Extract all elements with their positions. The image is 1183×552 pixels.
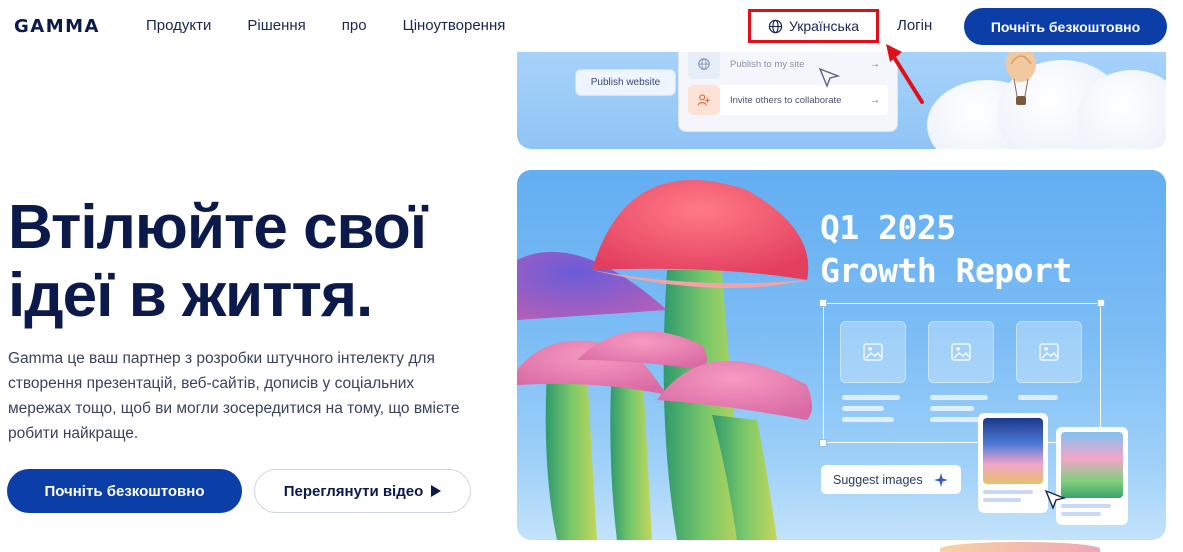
nav-item-solutions[interactable]: Рішення <box>247 17 305 34</box>
start-free-button[interactable]: Почніть безкоштовно <box>7 469 242 513</box>
arrow-right-icon: → <box>870 58 880 70</box>
language-label: Українська <box>788 18 860 34</box>
text-line-placeholder <box>842 395 900 400</box>
gamma-logo[interactable]: GAMMA <box>14 16 100 37</box>
resize-handle <box>819 299 827 307</box>
globe-icon <box>768 19 783 33</box>
publish-website-preview-card: Publish website Publish to my site → Inv… <box>517 40 1166 149</box>
text-line-placeholder <box>930 417 984 422</box>
image-placeholder-icon <box>1016 321 1082 383</box>
hero-title: Втілюйте свої ідеї в життя. <box>8 194 488 330</box>
menu-item-publish-label: Publish to my site <box>730 58 805 70</box>
hero-title-line1: Втілюйте свої <box>8 193 427 262</box>
login-link[interactable]: Логін <box>897 17 932 34</box>
arrow-right-icon: → <box>870 94 880 106</box>
language-selector[interactable]: Українська <box>748 9 879 43</box>
suggested-image-thumbnail <box>978 413 1048 513</box>
start-free-button-header[interactable]: Почніть безкоштовно <box>964 8 1167 45</box>
sparkle-icon <box>933 472 948 487</box>
suggest-images-button: Suggest images <box>821 465 961 494</box>
menu-item-publish: Publish to my site → <box>688 49 888 79</box>
report-title: Q1 2025 Growth Report <box>820 206 1072 292</box>
report-title-line1: Q1 2025 <box>820 208 956 247</box>
main-nav: Продукти Рішення про Ціноутворення <box>146 17 541 34</box>
menu-item-invite-label: Invite others to collaborate <box>730 94 842 106</box>
cursor-icon <box>1044 489 1067 510</box>
menu-item-invite: Invite others to collaborate → <box>688 85 888 115</box>
report-title-line2: Growth Report <box>820 251 1072 290</box>
watch-video-label: Переглянути відео <box>283 482 424 500</box>
hero-title-line2: ідеї в життя. <box>8 261 373 330</box>
play-icon <box>431 485 442 497</box>
image-placeholder-icon <box>840 321 906 383</box>
site-header: GAMMA Продукти Рішення про Ціноутворення… <box>0 0 1183 52</box>
nav-item-about[interactable]: про <box>342 17 367 34</box>
hero-description: Gamma це ваш партнер з розробки штучного… <box>8 350 460 442</box>
watch-video-button[interactable]: Переглянути відео <box>254 469 471 513</box>
text-line-placeholder <box>1018 395 1058 400</box>
cursor-icon <box>818 67 841 88</box>
suggest-images-label: Suggest images <box>833 472 923 487</box>
mushroom-illustration <box>517 180 812 540</box>
user-add-icon <box>688 85 720 115</box>
nav-item-pricing[interactable]: Ціноутворення <box>403 17 506 34</box>
text-line-placeholder <box>930 395 988 400</box>
text-line-placeholder <box>842 406 884 411</box>
resize-handle <box>819 439 827 447</box>
resize-handle <box>1097 299 1105 307</box>
nav-item-products[interactable]: Продукти <box>146 17 211 34</box>
globe-icon <box>688 49 720 79</box>
share-menu-panel: Publish to my site → Invite others to co… <box>678 40 898 132</box>
next-card-peek <box>940 542 1100 552</box>
image-placeholder-icon <box>928 321 994 383</box>
growth-report-preview-card: Q1 2025 Growth Report Suggest images <box>517 170 1166 540</box>
red-annotation-arrow-icon <box>886 44 924 104</box>
publish-website-button: Publish website <box>575 69 676 96</box>
text-line-placeholder <box>930 406 974 411</box>
hot-air-balloon-icon <box>1006 46 1036 105</box>
text-line-placeholder <box>842 417 894 422</box>
